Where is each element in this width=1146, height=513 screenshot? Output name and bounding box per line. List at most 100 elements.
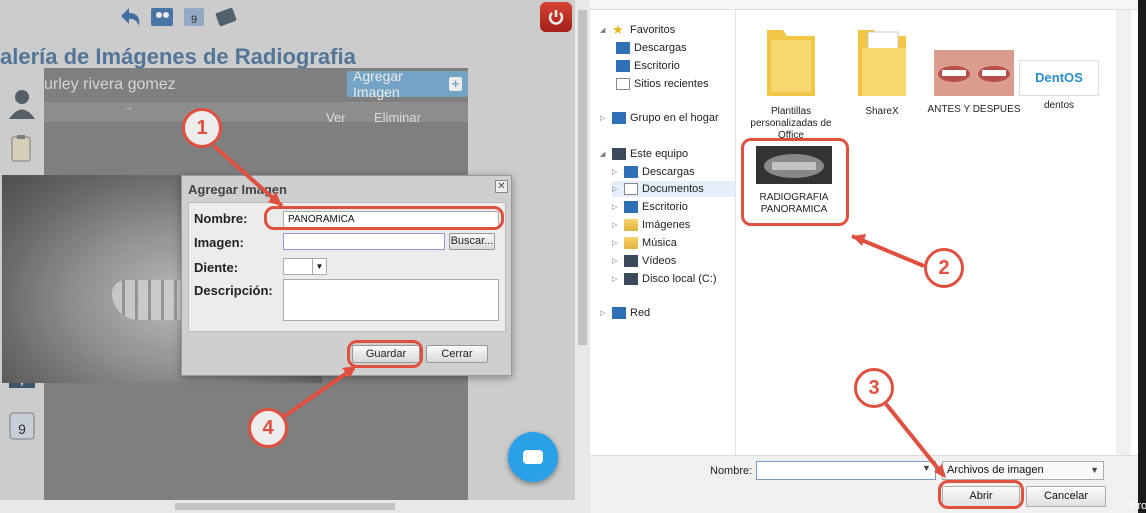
add-image-button[interactable]: Agregar Imagen +	[347, 68, 468, 100]
page-vertical-scrollbar[interactable]	[575, 0, 590, 500]
file-sharex[interactable]: ShareX	[834, 18, 930, 118]
nombre-label: Nombre:	[194, 211, 248, 226]
dialog-vertical-scrollbar[interactable]	[1116, 10, 1131, 455]
file-plantillas[interactable]: Plantillas personalizadas de Office	[743, 18, 839, 142]
power-button[interactable]	[540, 2, 572, 32]
tree-item-grupo-hogar[interactable]: ▷ Grupo en el hogar	[600, 110, 719, 126]
callout-3: 3	[854, 368, 894, 408]
calendar-icon[interactable]: 9	[180, 2, 208, 30]
navigation-tree: ◢ ★ Favoritos Descargas Escritorio Sitios …	[600, 14, 736, 454]
tree-label: Favoritos	[630, 24, 676, 36]
tree-item-descargas[interactable]: Descargas	[616, 40, 687, 56]
scroll-thumb[interactable]	[578, 10, 587, 345]
descripcion-textarea[interactable]	[283, 279, 499, 321]
music-icon	[624, 237, 638, 249]
dialog-title: Agregar Imagen	[188, 182, 287, 197]
file-list: Plantillas personalizadas de Office Shar…	[736, 10, 1116, 455]
filename-input[interactable]	[756, 461, 936, 480]
tree-item-escritorio-2[interactable]: ▷ Escritorio	[612, 199, 688, 215]
buscar-button[interactable]: Buscar...	[449, 233, 495, 250]
taskbar-text: Pro	[1130, 500, 1146, 512]
callout-1: 1	[182, 108, 222, 148]
scroll-thumb[interactable]	[175, 503, 395, 510]
patients-icon[interactable]	[148, 2, 176, 30]
download-icon	[624, 166, 638, 178]
dialog-footer: Nombre: ▼ Archivos de imagen ▼ Abrir Can…	[590, 455, 1138, 513]
network-icon	[612, 307, 626, 319]
tree-item-este-equipo[interactable]: ◢ Este equipo	[600, 146, 688, 162]
cerrar-button[interactable]: Cerrar	[426, 345, 488, 363]
column-ver: Ver	[326, 110, 346, 125]
open-file-dialog: ◢ ★ Favoritos Descargas Escritorio Sitios …	[590, 0, 1138, 513]
back-arrow-icon[interactable]	[116, 2, 144, 30]
documents-icon	[624, 183, 638, 195]
screen: 9 alería de Imágenes de Radiografia 9 ur…	[0, 0, 1146, 513]
add-image-label: Agregar Imagen	[353, 68, 403, 100]
clipboard-icon[interactable]	[0, 126, 44, 172]
tree-item-imagenes[interactable]: ▷ Imágenes	[612, 217, 690, 233]
column-eliminar: Eliminar	[374, 110, 421, 125]
cancelar-button[interactable]: Cancelar	[1026, 486, 1106, 507]
imagen-label: Imagen:	[194, 235, 244, 250]
file-label: ShareX	[865, 106, 899, 117]
filename-label: Nombre:	[710, 465, 753, 477]
recent-places-icon	[616, 78, 630, 90]
chat-button[interactable]	[508, 432, 558, 482]
doctor-icon[interactable]	[0, 80, 44, 126]
tree-label: Documentos	[642, 183, 704, 195]
panel-header: urley rivera gomez Agregar Imagen +	[44, 68, 468, 100]
tree-item-favoritos[interactable]: ◢ ★ Favoritos	[600, 22, 675, 38]
pictures-icon	[624, 219, 638, 231]
tree-item-escritorio[interactable]: Escritorio	[616, 58, 680, 74]
tree-label: Escritorio	[634, 60, 680, 72]
file-type-select[interactable]: Archivos de imagen ▼	[942, 461, 1104, 480]
tree-label: Disco local (C:)	[642, 273, 717, 285]
chat-icon	[523, 450, 543, 464]
dentos-logo: DentOS	[1019, 60, 1099, 96]
chevron-down-icon[interactable]: ▼	[922, 463, 931, 473]
tree-item-sitios-recientes[interactable]: Sitios recientes	[616, 76, 709, 92]
svg-text:9: 9	[191, 14, 197, 26]
desktop-icon	[616, 60, 630, 72]
tree-label: Escritorio	[642, 201, 688, 213]
descripcion-label: Descripción:	[194, 283, 273, 298]
diente-label: Diente:	[194, 260, 239, 275]
top-toolbar: 9	[116, 2, 240, 32]
file-antes-despues[interactable]: ANTES Y DESPUES	[926, 50, 1022, 116]
folder-icon	[858, 30, 906, 96]
tree-label: Imágenes	[642, 219, 691, 231]
tree-item-videos[interactable]: ▷ Vídeos	[612, 253, 676, 269]
window-edge	[1138, 0, 1146, 513]
computer-icon	[612, 148, 626, 160]
tree-item-musica[interactable]: ▷ Música	[612, 235, 677, 251]
tree-label: Grupo en el hogar	[630, 112, 719, 124]
table-header: → Ver Eliminar	[44, 102, 468, 125]
page-title: alería de Imágenes de Radiografia	[0, 44, 356, 69]
chevron-down-icon: ▼	[1090, 465, 1099, 475]
tools-icon[interactable]	[212, 2, 240, 30]
close-icon[interactable]: ✕	[495, 180, 508, 193]
tree-item-documentos[interactable]: ▷ Documentos	[612, 181, 736, 197]
page-horizontal-scrollbar[interactable]	[0, 500, 590, 513]
download-icon	[616, 42, 630, 54]
callout-4: 4	[248, 408, 288, 448]
tree-item-descargas-2[interactable]: ▷ Descargas	[612, 164, 695, 180]
dialog-toolbar	[590, 0, 1138, 10]
tree-label: Descargas	[634, 42, 687, 54]
tree-item-red[interactable]: ▷ Red	[600, 305, 650, 321]
file-dentos[interactable]: DentOS dentos	[1011, 60, 1107, 112]
tree-item-disco-local[interactable]: ▷ Disco local (C:)	[612, 271, 717, 287]
diente-select[interactable]: ▼	[283, 258, 327, 275]
svg-text:9: 9	[18, 421, 26, 437]
chevron-down-icon: ▼	[312, 259, 326, 274]
imagen-input[interactable]	[283, 233, 445, 250]
file-label: Plantillas personalizadas de Office	[750, 106, 832, 141]
highlight-abrir	[938, 480, 1024, 509]
arrow-glyph: →	[124, 102, 133, 112]
calendar-9-icon[interactable]: 9	[0, 402, 44, 448]
power-icon	[548, 10, 564, 25]
folder-icon	[767, 30, 815, 96]
web-app: 9 alería de Imágenes de Radiografia 9 ur…	[0, 0, 590, 513]
callout-2: 2	[924, 248, 964, 288]
tree-label: Música	[642, 237, 677, 249]
